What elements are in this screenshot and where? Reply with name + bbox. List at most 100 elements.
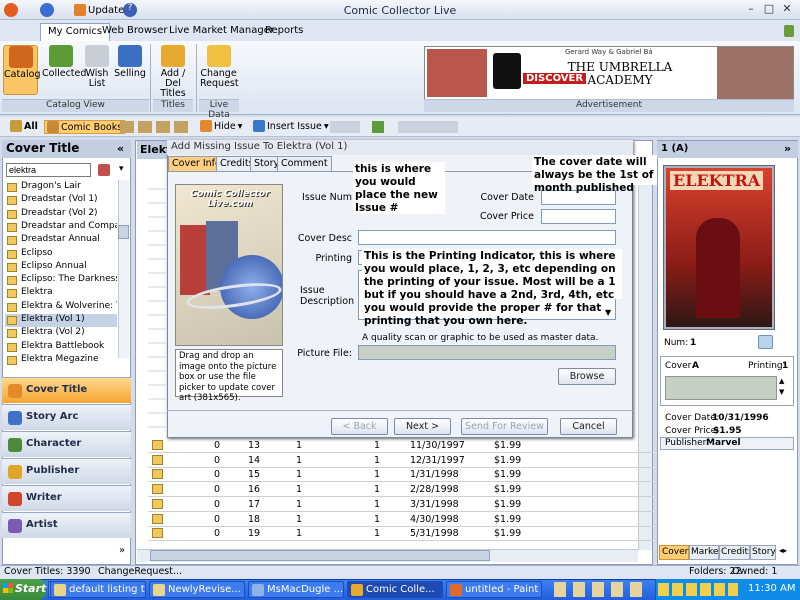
collected-button[interactable]: Collected	[42, 45, 86, 95]
callout-issue-number: this is where you would place the new Is…	[353, 162, 445, 214]
clear-search-icon[interactable]	[98, 164, 110, 176]
table-row[interactable]: 0 19 1 1 5/31/1998 $1.99	[148, 527, 653, 542]
catalog-icon	[8, 46, 33, 68]
next-button[interactable]: Next >	[394, 418, 451, 435]
clock: 11:30 AM	[748, 583, 796, 594]
advertisement-banner[interactable]: DISCOVER Gerard Way & Gabriel Bá THE UMB…	[424, 46, 794, 100]
add-del-titles-button[interactable]: Add / Del Titles	[153, 45, 193, 99]
title-list-item[interactable]: Dreadstar and Company	[5, 221, 117, 234]
table-row[interactable]: 0 16 1 1 2/28/1998 $1.99	[148, 483, 653, 498]
tools-icon[interactable]	[372, 121, 384, 133]
cover-description-spinner[interactable]: ▲ ▼	[779, 376, 784, 398]
expand-chevron-icon[interactable]: »	[784, 142, 791, 155]
table-row[interactable]: 0 17 1 1 3/31/1998 $1.99	[148, 498, 653, 512]
nav-character[interactable]: Character	[2, 431, 131, 457]
disabled-tools-icon	[330, 121, 360, 133]
zoom-icon[interactable]	[758, 335, 773, 349]
table-row[interactable]: 0 14 1 1 12/31/1997 $1.99	[148, 454, 653, 468]
printing-label: Printing	[315, 253, 352, 264]
comic-books-button[interactable]: Comic Books	[44, 120, 126, 134]
task-default-listing[interactable]: default listing t...	[50, 581, 146, 598]
cell-price: $1.99	[494, 484, 522, 496]
task-paint[interactable]: untitled - Paint	[446, 581, 542, 598]
tray-icons[interactable]	[658, 583, 738, 596]
title-list-item[interactable]: Elektra Battlebook	[5, 341, 117, 354]
change-request-button[interactable]: Change Request	[200, 45, 239, 95]
dropdown-chevron-icon[interactable]: ▾	[119, 164, 124, 174]
cancel-button[interactable]: Cancel	[560, 418, 617, 435]
nav-artist[interactable]: Artist	[2, 512, 131, 538]
cell-date: 5/31/1998	[410, 528, 459, 540]
cover-desc-field[interactable]	[358, 230, 616, 245]
back-button[interactable]: < Back	[331, 418, 388, 435]
close-button[interactable]: ✕	[778, 2, 796, 17]
cell-c: 1	[374, 498, 381, 510]
tab-market[interactable]: Market	[689, 545, 719, 560]
tab-reports[interactable]: Reports	[258, 23, 310, 41]
title-book-icon	[7, 276, 17, 286]
nav-writer[interactable]: Writer	[2, 485, 131, 511]
task-msmacdugle[interactable]: MsMacDugle ...	[248, 581, 344, 598]
browse-button[interactable]: Browse	[558, 368, 616, 385]
task-comic-collector[interactable]: Comic Colle...	[347, 581, 443, 598]
title-list-item[interactable]: Eclipso	[5, 248, 117, 261]
filter-icons-group[interactable]	[120, 121, 190, 133]
paint-icon	[450, 584, 462, 596]
row-book-icon	[152, 484, 163, 495]
hide-button[interactable]: Hide ▾	[200, 120, 242, 132]
insert-issue-button[interactable]: Insert Issue ▾	[253, 120, 329, 132]
description-scroll-down-icon[interactable]: ▼	[605, 308, 611, 317]
title-list-item[interactable]: Elektra & Wolverine: The R	[5, 301, 117, 314]
quick-launch-tray-icons[interactable]	[554, 582, 649, 597]
maximize-button[interactable]: □	[760, 2, 778, 17]
tab-cover[interactable]: Cover	[659, 545, 689, 560]
minimize-button[interactable]: –	[742, 2, 760, 17]
h-scrollbar-thumb[interactable]	[150, 550, 490, 561]
table-row[interactable]: 0 18 1 1 4/30/1998 $1.99	[148, 513, 653, 527]
group-label-live-data: Live Data	[199, 99, 239, 120]
cell-a: 0	[214, 498, 221, 510]
send-for-review-button[interactable]: Send For Review	[461, 418, 548, 435]
nav-publisher[interactable]: Publisher	[2, 458, 131, 484]
title-search-input[interactable]	[6, 163, 91, 177]
picture-file-field[interactable]	[358, 345, 616, 360]
tab-story-right[interactable]: Story	[750, 545, 776, 560]
title-list-item[interactable]: Dragon's Lair	[5, 181, 117, 194]
wish-list-button[interactable]: Wish List	[84, 45, 110, 95]
selling-button[interactable]: Selling	[114, 45, 146, 95]
title-list-item[interactable]: Elektra	[5, 287, 117, 300]
cover-picture-box[interactable]: Comic Collector Live.com	[175, 184, 283, 346]
table-row[interactable]: 0 13 1 1 11/30/1997 $1.99	[148, 439, 653, 453]
nav-more-chevron-icon[interactable]: »	[119, 545, 125, 556]
nav-cover-title[interactable]: Cover Title	[2, 377, 131, 403]
tab-comment[interactable]: Comment	[277, 156, 332, 171]
cover-label: Cover	[665, 361, 692, 371]
all-button[interactable]: All	[10, 120, 38, 132]
printing-value-right: 1	[782, 361, 789, 371]
cover-price-field[interactable]	[541, 209, 616, 224]
title-list-item[interactable]: Eclipso Annual	[5, 261, 117, 274]
title-list-item[interactable]: Elektra (Vol 1)	[5, 314, 117, 327]
title-list-item[interactable]: Dreadstar (Vol 2)	[5, 208, 117, 221]
scrollbar-thumb[interactable]	[118, 225, 129, 239]
cover-image[interactable]: ELEKTRA	[666, 168, 772, 327]
title-list-item[interactable]: Dreadstar (Vol 1)	[5, 194, 117, 207]
table-row[interactable]: 0 15 1 1 1/31/1998 $1.99	[148, 468, 653, 483]
cover-description-box[interactable]	[665, 376, 777, 400]
status-change-request[interactable]: ChangeRequest...	[98, 566, 182, 577]
collapse-chevron-icon[interactable]: «	[117, 142, 124, 155]
nav-story-arc[interactable]: Story Arc	[2, 404, 131, 430]
catalog-button[interactable]: Catalog	[3, 45, 40, 95]
refresh-icon[interactable]	[784, 25, 794, 37]
cell-b: 1	[296, 454, 303, 466]
cell-a: 0	[214, 440, 221, 451]
cover-date-label-right: Cover Date:	[665, 413, 719, 423]
tab-scroll-arrows[interactable]: ◂▸	[779, 546, 787, 555]
task-newly-revised[interactable]: NewlyRevise...	[149, 581, 245, 598]
title-list-scrollbar[interactable]	[118, 180, 129, 358]
title-list-item[interactable]: Elektra Megazine	[5, 354, 117, 367]
title-list-item[interactable]: Elektra (Vol 2)	[5, 327, 117, 340]
title-list-item[interactable]: Eclipso: The Darkness Wi	[5, 274, 117, 287]
title-list-item[interactable]: Dreadstar Annual	[5, 234, 117, 247]
tab-credits-right[interactable]: Credits	[719, 545, 750, 560]
